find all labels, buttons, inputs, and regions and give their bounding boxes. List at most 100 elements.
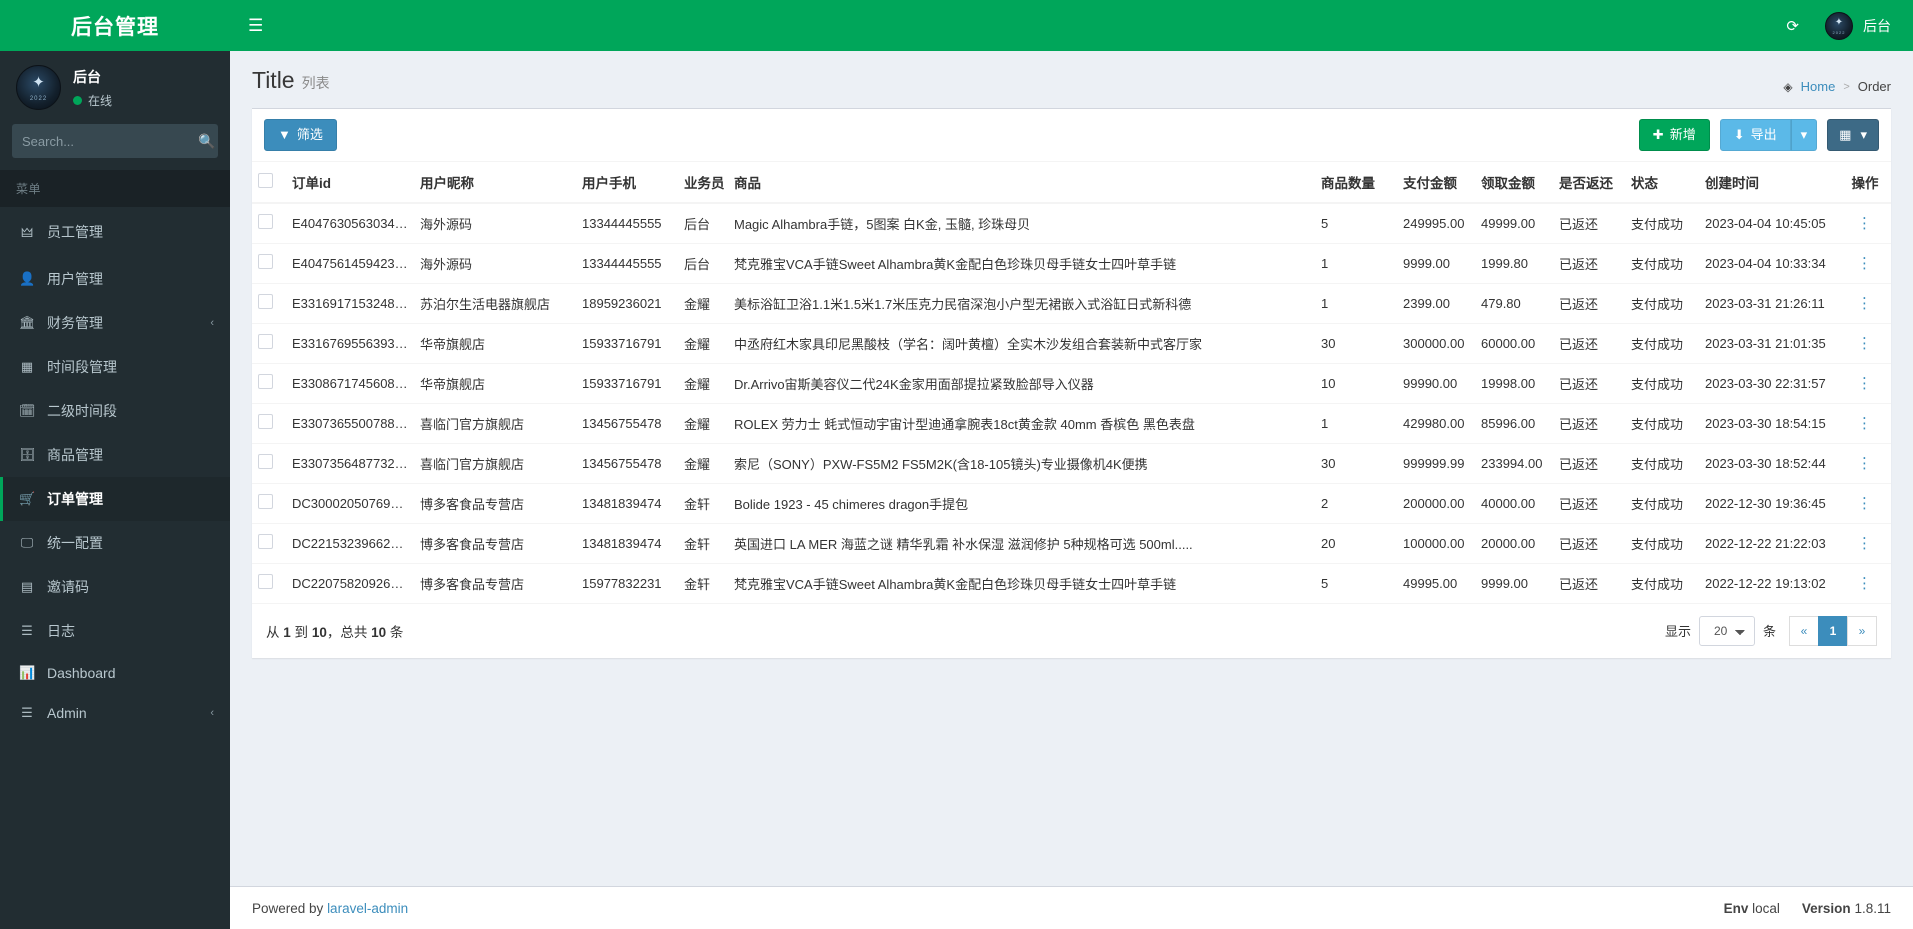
export-button[interactable]: ⬇ 导出	[1720, 119, 1791, 151]
sidebar-link-10[interactable]: 📊Dashboard	[0, 653, 230, 693]
row-actions-icon[interactable]: ⋮	[1857, 415, 1873, 432]
sidebar-item-11[interactable]: ☰Admin‹	[0, 693, 230, 733]
th-nickname[interactable]: 用户昵称	[414, 162, 576, 203]
table-row[interactable]: E331676955639330华帝旗舰店15933716791金耀中丞府红木家…	[252, 323, 1891, 363]
row-actions-icon[interactable]: ⋮	[1857, 255, 1873, 272]
row-actions-icon[interactable]: ⋮	[1857, 495, 1873, 512]
select-all-checkbox[interactable]	[258, 173, 273, 188]
th-pay-amount[interactable]: 支付金额	[1397, 162, 1475, 203]
th-phone[interactable]: 用户手机	[576, 162, 678, 203]
env-info: Env local	[1724, 901, 1780, 916]
topbar-user-menu[interactable]: 2022 后台	[1825, 12, 1891, 40]
sidebar-link-5[interactable]: 🗄商品管理	[0, 433, 230, 477]
row-checkbox[interactable]	[258, 254, 273, 269]
rows-from: 1	[283, 625, 291, 640]
th-receive-amount[interactable]: 领取金额	[1475, 162, 1553, 203]
th-returned[interactable]: 是否返还	[1553, 162, 1625, 203]
row-actions-icon[interactable]: ⋮	[1857, 295, 1873, 312]
table-row[interactable]: DC22153239662087博多客食品专营店13481839474金轩英国进…	[252, 523, 1891, 563]
th-salesman[interactable]: 业务员	[678, 162, 728, 203]
sidebar-item-9[interactable]: ☰日志	[0, 609, 230, 653]
table-row[interactable]: E404756145942374海外源码13344445555后台梵克雅宝VCA…	[252, 243, 1891, 283]
cell-created-at: 2023-04-04 10:33:34	[1699, 243, 1839, 283]
sidebar-link-7[interactable]: 🖵统一配置	[0, 521, 230, 565]
sidebar-link-2[interactable]: 🏛财务管理‹	[0, 301, 230, 345]
cell-pay-amount: 200000.00	[1397, 483, 1475, 523]
sidebar-item-3[interactable]: ▦时间段管理	[0, 345, 230, 389]
row-checkbox[interactable]	[258, 534, 273, 549]
sidebar-link-9[interactable]: ☰日志	[0, 609, 230, 653]
row-actions-icon[interactable]: ⋮	[1857, 335, 1873, 352]
sidebar-item-6[interactable]: 🛒订单管理	[0, 477, 230, 521]
sidebar-item-2[interactable]: 🏛财务管理‹	[0, 301, 230, 345]
search-icon[interactable]: 🔍	[198, 133, 215, 150]
th-status[interactable]: 状态	[1625, 162, 1699, 203]
sidebar-link-3[interactable]: ▦时间段管理	[0, 345, 230, 389]
row-checkbox[interactable]	[258, 214, 273, 229]
table-row[interactable]: E404763056303462海外源码13344445555后台Magic A…	[252, 203, 1891, 244]
th-created-at[interactable]: 创建时间	[1699, 162, 1839, 203]
breadcrumb-home[interactable]: Home	[1801, 79, 1836, 94]
row-actions-icon[interactable]: ⋮	[1857, 575, 1873, 592]
row-select-cell	[252, 443, 286, 483]
cell-status: 支付成功	[1625, 403, 1699, 443]
brand-title[interactable]: 后台管理	[0, 0, 230, 51]
table-row[interactable]: E330735648773220喜临门官方旗舰店13456755478金耀索尼（…	[252, 443, 1891, 483]
table-row[interactable]: DC22075820926648博多客食品专营店15977832231金轩梵克雅…	[252, 563, 1891, 603]
cell-actions: ⋮	[1839, 283, 1891, 323]
row-checkbox[interactable]	[258, 414, 273, 429]
sidebar-link-6[interactable]: 🛒订单管理	[0, 477, 230, 521]
table-row[interactable]: E330867174560810华帝旗舰店15933716791金耀Dr.Arr…	[252, 363, 1891, 403]
refresh-icon[interactable]: ⟳	[1786, 17, 1799, 35]
hamburger-icon[interactable]: ☰	[248, 17, 263, 34]
page-button-1[interactable]: 1	[1818, 616, 1848, 646]
cell-pay-amount: 429980.00	[1397, 403, 1475, 443]
row-checkbox[interactable]	[258, 294, 273, 309]
th-quantity[interactable]: 商品数量	[1315, 162, 1397, 203]
row-checkbox[interactable]	[258, 574, 273, 589]
sidebar-item-8[interactable]: ▤邀请码	[0, 565, 230, 609]
row-checkbox[interactable]	[258, 374, 273, 389]
laravel-admin-link[interactable]: laravel-admin	[327, 901, 408, 916]
filter-button[interactable]: ▼ 筛选	[264, 119, 337, 151]
row-checkbox[interactable]	[258, 334, 273, 349]
sidebar-item-1[interactable]: 👤用户管理	[0, 257, 230, 301]
row-actions-icon[interactable]: ⋮	[1857, 535, 1873, 552]
cell-status: 支付成功	[1625, 283, 1699, 323]
table-row[interactable]: E330736550078877喜临门官方旗舰店13456755478金耀ROL…	[252, 403, 1891, 443]
sidebar-link-4[interactable]: 🗓二级时间段	[0, 389, 230, 433]
sidebar-item-10[interactable]: 📊Dashboard	[0, 653, 230, 693]
row-actions-icon[interactable]: ⋮	[1857, 375, 1873, 392]
row-actions-icon[interactable]: ⋮	[1857, 455, 1873, 472]
sidebar-item-4[interactable]: 🗓二级时间段	[0, 389, 230, 433]
grid-toolbar: ▼ 筛选 ✚ 新增 ⬇ 导出	[252, 109, 1891, 162]
th-goods[interactable]: 商品	[728, 162, 1315, 203]
table-row[interactable]: DC30002050769130博多客食品专营店13481839474金轩Bol…	[252, 483, 1891, 523]
sidebar-item-5[interactable]: 🗄商品管理	[0, 433, 230, 477]
sidebar-item-0[interactable]: 🜲员工管理	[0, 207, 230, 257]
th-order-id[interactable]: 订单id	[286, 162, 414, 203]
row-actions-icon[interactable]: ⋮	[1857, 215, 1873, 232]
sidebar-link-0[interactable]: 🜲员工管理	[0, 207, 230, 257]
row-checkbox[interactable]	[258, 494, 273, 509]
column-selector-button[interactable]: ▦ ▾	[1827, 119, 1879, 151]
search-input[interactable]	[22, 134, 198, 149]
sidebar-link-11[interactable]: ☰Admin‹	[0, 693, 230, 733]
cell-order-id: E330735648773220	[286, 443, 414, 483]
sidebar-link-1[interactable]: 👤用户管理	[0, 257, 230, 301]
export-dropdown-button[interactable]: ▾	[1791, 119, 1818, 151]
row-checkbox[interactable]	[258, 454, 273, 469]
sidebar-item-7[interactable]: 🖵统一配置	[0, 521, 230, 565]
add-new-button[interactable]: ✚ 新增	[1639, 119, 1710, 151]
rows-info-mid: 到	[295, 625, 309, 640]
cell-goods: ROLEX 劳力士 蚝式恒动宇宙计型迪通拿腕表18ct黄金款 40mm 香槟色 …	[728, 403, 1315, 443]
sidebar-link-8[interactable]: ▤邀请码	[0, 565, 230, 609]
user-tie-icon: 🜲	[19, 219, 35, 245]
next-page-button[interactable]: »	[1847, 616, 1877, 646]
table-row[interactable]: E331691715324847苏泊尔生活电器旗舰店18959236021金耀美…	[252, 283, 1891, 323]
per-page-select[interactable]: 20	[1699, 616, 1755, 646]
cell-returned: 已返还	[1553, 283, 1625, 323]
prev-page-button[interactable]: «	[1789, 616, 1819, 646]
cell-created-at: 2023-03-31 21:26:11	[1699, 283, 1839, 323]
cell-phone: 15933716791	[576, 363, 678, 403]
